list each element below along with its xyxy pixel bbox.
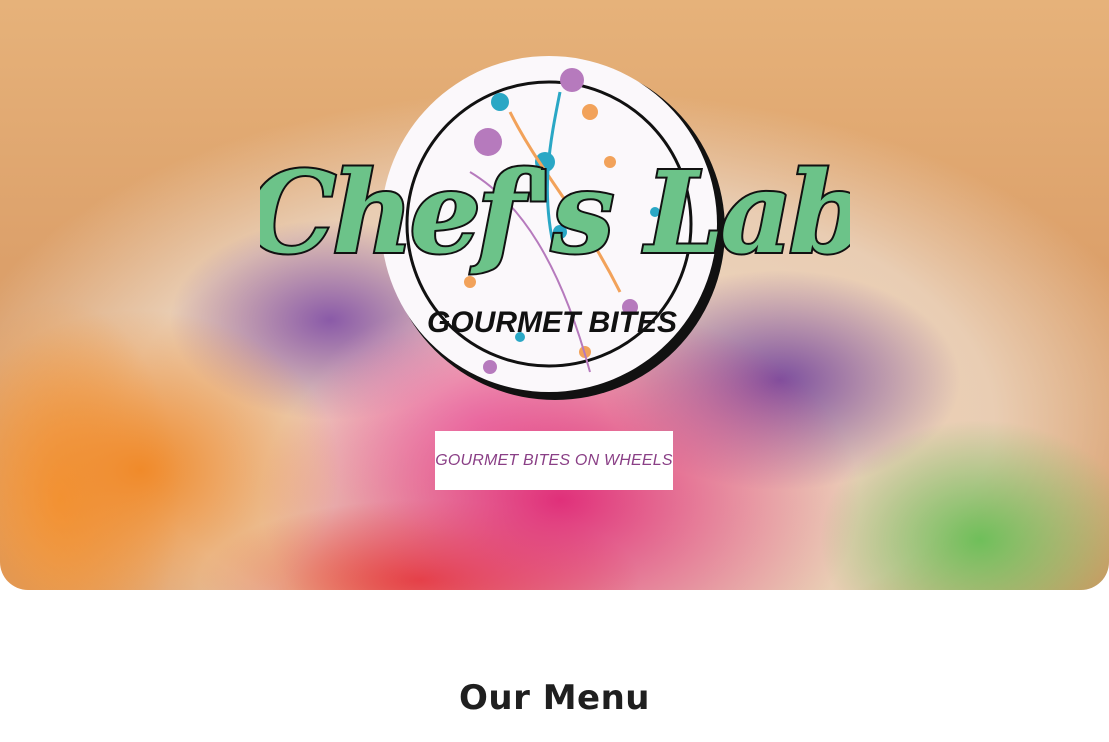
- chefs-lab-logo: Chef's Lab GOURMET BITES: [260, 56, 850, 400]
- logo-title: Chef's Lab: [260, 148, 850, 279]
- tagline-badge: GOURMET BITES ON WHEELS: [435, 431, 673, 490]
- section-title-menu: Our Menu: [458, 678, 651, 718]
- hero-banner: Chef's Lab GOURMET BITES GOURMET BITES O…: [0, 0, 1109, 590]
- logo-subtitle: GOURMET BITES: [427, 306, 677, 339]
